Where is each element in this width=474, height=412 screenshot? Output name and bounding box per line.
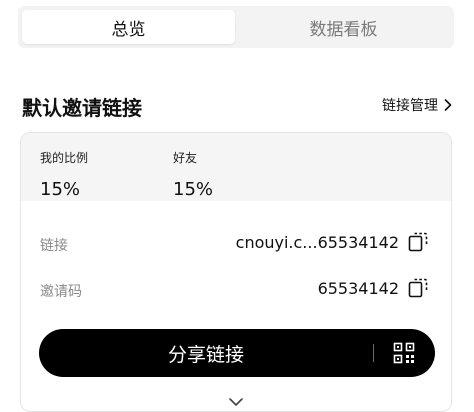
link-management-link[interactable]: 链接管理: [382, 95, 452, 115]
chevron-down-icon[interactable]: [228, 397, 244, 407]
copy-icon[interactable]: [407, 277, 429, 299]
invite-code-label: 邀请码: [40, 284, 82, 300]
stat-value: 15%: [173, 179, 214, 200]
invite-link-value: cnouyi.c...65534142: [235, 233, 399, 252]
tab-data-dashboard[interactable]: 数据看板: [237, 10, 450, 44]
button-divider: [373, 344, 374, 362]
stat-value: 15%: [40, 179, 81, 200]
share-link-button[interactable]: 分享链接: [39, 329, 435, 377]
copy-icon[interactable]: [407, 231, 429, 253]
stat-label: 我的比例: [40, 151, 89, 165]
invite-code-row: 邀请码 65534142: [21, 275, 451, 305]
stat-my-ratio: 我的比例 15%: [40, 149, 88, 200]
qr-code-icon[interactable]: [393, 342, 415, 364]
link-management-label: 链接管理: [382, 98, 438, 114]
invite-link-row: 链接 cnouyi.c...65534142: [21, 229, 451, 259]
invite-link-card: 我的比例 15% 好友 15% 链接 cnouyi.c...65534142 邀…: [20, 132, 452, 412]
share-link-label: 分享链接: [167, 343, 244, 366]
tab-overview[interactable]: 总览: [22, 10, 235, 44]
invite-code-value: 65534142: [317, 279, 399, 298]
stat-label: 好友: [173, 151, 198, 165]
chevron-right-icon: [444, 99, 452, 111]
segmented-control: 总览 数据看板: [18, 6, 454, 48]
invite-link-label: 链接: [40, 238, 68, 254]
stat-friend: 好友 15%: [173, 149, 213, 200]
section-title: 默认邀请链接: [22, 96, 142, 120]
stats-panel: 我的比例 15% 好友 15%: [21, 133, 451, 201]
